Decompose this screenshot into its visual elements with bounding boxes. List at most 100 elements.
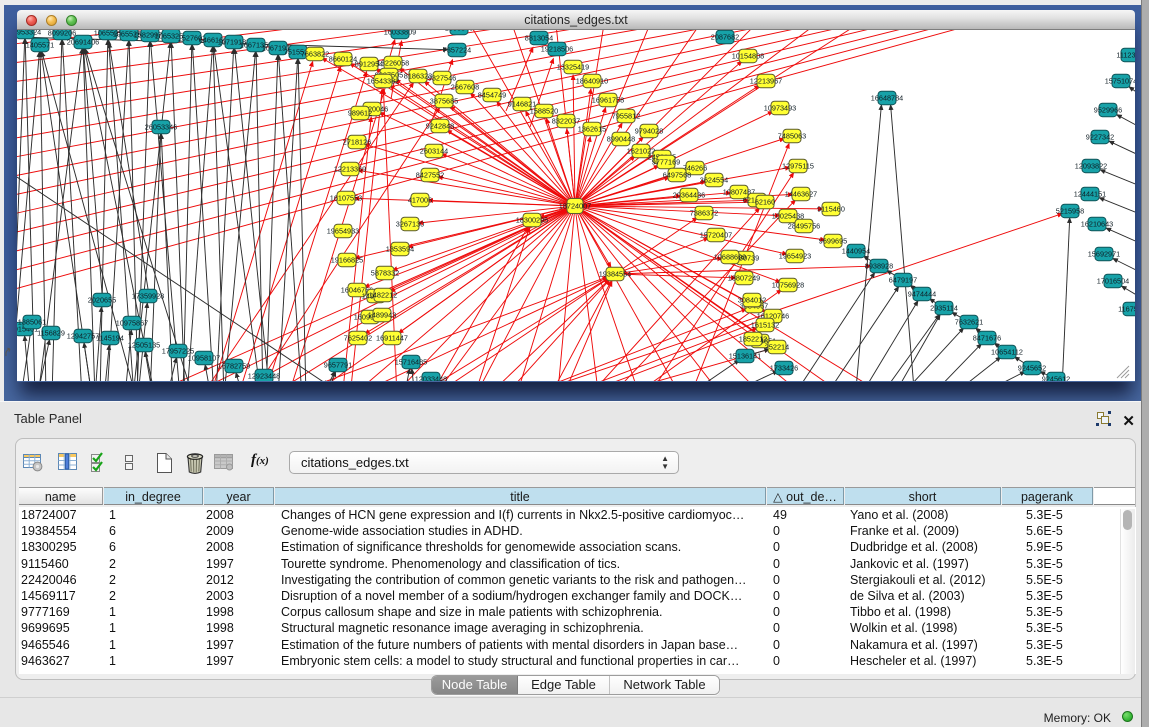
svg-text:10654112: 10654112 (991, 347, 1023, 356)
svg-text:12505135: 12505135 (128, 340, 160, 349)
svg-text:1353594: 1353594 (386, 244, 414, 253)
svg-text:16033809: 16033809 (384, 30, 416, 36)
svg-text:2935114: 2935114 (930, 303, 958, 312)
svg-text:2667608: 2667608 (451, 82, 479, 91)
svg-text:989612: 989612 (348, 108, 372, 117)
svg-text:8322037: 8322037 (552, 116, 580, 125)
svg-text:62160: 62160 (755, 197, 775, 206)
svg-text:10973493: 10973493 (764, 103, 796, 112)
svg-text:417006: 417006 (408, 195, 432, 204)
svg-text:12975115: 12975115 (782, 161, 814, 170)
svg-text:252214: 252214 (765, 342, 789, 351)
svg-text:1489943: 1489943 (368, 310, 396, 319)
svg-text:9242848: 9242848 (426, 121, 454, 130)
svg-text:16782759: 16782759 (218, 361, 250, 370)
svg-text:6497568: 6497568 (663, 170, 691, 179)
svg-text:1145194: 1145194 (96, 333, 124, 342)
svg-text:7485063: 7485063 (778, 131, 806, 140)
svg-text:15692971: 15692971 (1088, 249, 1120, 258)
svg-text:2020655: 2020655 (88, 295, 116, 304)
svg-text:7663822: 7663822 (301, 49, 329, 58)
svg-text:12213369: 12213369 (334, 164, 366, 173)
svg-text:16543382: 16543382 (367, 76, 399, 85)
svg-text:1440954: 1440954 (842, 246, 870, 255)
svg-text:19218506: 19218506 (541, 44, 573, 53)
svg-text:10688609: 10688609 (714, 252, 746, 261)
svg-text:14463627: 14463627 (785, 189, 817, 198)
svg-text:6479197: 6479197 (889, 275, 917, 284)
svg-text:9794028: 9794028 (635, 126, 663, 135)
svg-text:17359928: 17359928 (132, 291, 164, 300)
svg-text:8813054: 8813054 (525, 33, 553, 42)
svg-text:9529966: 9529966 (1094, 105, 1122, 114)
svg-text:1405571: 1405571 (26, 40, 54, 49)
svg-text:9245652: 9245652 (1018, 363, 1046, 372)
svg-text:19654923: 19654923 (779, 251, 811, 260)
svg-text:19166825: 19166825 (331, 255, 363, 264)
svg-text:8990448: 8990448 (607, 134, 635, 143)
svg-text:8938928: 8938928 (865, 261, 893, 270)
svg-text:18807249: 18807249 (728, 273, 760, 282)
svg-text:8427552: 8427552 (416, 170, 444, 179)
svg-text:12213967: 12213967 (750, 76, 782, 85)
svg-text:9327546: 9327546 (428, 73, 456, 82)
svg-text:1112345: 1112345 (1116, 50, 1135, 59)
svg-text:10154808: 10154808 (732, 51, 764, 60)
svg-text:10756928: 10756928 (772, 280, 804, 289)
svg-text:1588520: 1588520 (530, 106, 558, 115)
svg-text:8660124: 8660124 (329, 54, 357, 63)
svg-text:12942757: 12942757 (67, 331, 99, 340)
svg-text:3084012: 3084012 (738, 295, 766, 304)
svg-text:2718126: 2718126 (343, 137, 371, 146)
svg-text:8471676: 8471676 (973, 333, 1001, 342)
svg-text:12444151: 12444151 (1074, 189, 1106, 198)
svg-text:9657791: 9657791 (324, 360, 352, 369)
svg-text:5215958: 5215958 (1056, 206, 1084, 215)
svg-text:28495756: 28495756 (788, 221, 820, 230)
svg-text:15716485: 15716485 (395, 357, 427, 366)
svg-text:16961758: 16961758 (592, 95, 624, 104)
svg-text:16648784: 16648784 (871, 93, 903, 102)
svg-text:13226058: 13226058 (377, 58, 409, 67)
svg-text:7386372: 7386372 (690, 208, 718, 217)
svg-text:9699695: 9699695 (819, 236, 847, 245)
svg-text:1300346: 1300346 (445, 30, 473, 32)
svg-text:7357224: 7357224 (443, 45, 471, 54)
svg-text:9245612: 9245612 (1042, 374, 1070, 381)
svg-text:16107553: 16107553 (330, 193, 362, 202)
svg-text:2603144: 2603144 (420, 146, 448, 155)
svg-text:9227342: 9227342 (1086, 132, 1114, 141)
svg-text:10958107: 10958107 (188, 353, 220, 362)
svg-text:9777169: 9777169 (652, 157, 680, 166)
svg-text:1385061: 1385061 (18, 317, 46, 326)
svg-text:12093822: 12093822 (1075, 161, 1107, 170)
svg-text:20364436: 20364436 (673, 190, 705, 199)
svg-text:18724007: 18724007 (559, 201, 591, 210)
svg-text:8454749: 8454749 (478, 90, 506, 99)
svg-text:16911447: 16911447 (376, 333, 408, 342)
svg-text:5878332: 5878332 (371, 268, 399, 277)
svg-text:3624554: 3624554 (700, 175, 728, 184)
svg-text:2087682: 2087682 (711, 32, 739, 41)
svg-text:19384554: 19384554 (599, 269, 631, 278)
svg-text:7625402: 7625402 (344, 333, 372, 342)
svg-text:16210643: 16210643 (1081, 219, 1113, 228)
svg-text:10975867: 10975867 (116, 318, 148, 327)
svg-text:12033448: 12033448 (415, 374, 447, 381)
svg-text:3875685: 3875685 (430, 96, 458, 105)
svg-text:26053346: 26053346 (145, 122, 177, 131)
svg-text:20691406: 20691406 (67, 37, 99, 46)
svg-text:17016504: 17016504 (1097, 276, 1129, 285)
svg-text:13325419: 13325419 (557, 62, 589, 71)
svg-text:16953324: 16953324 (17, 30, 41, 36)
svg-text:1156829: 1156829 (37, 328, 65, 337)
svg-text:9115460: 9115460 (817, 204, 845, 213)
svg-text:1362615: 1362615 (578, 124, 606, 133)
svg-text:7632621: 7632621 (955, 317, 983, 326)
svg-text:18640910: 18640910 (576, 76, 608, 85)
svg-text:3267130: 3267130 (396, 219, 424, 228)
svg-text:18300295: 18300295 (516, 215, 548, 224)
svg-text:19654933: 19654933 (327, 226, 359, 235)
svg-text:1852212: 1852212 (739, 334, 767, 343)
svg-text:1733426: 1733426 (770, 363, 798, 372)
